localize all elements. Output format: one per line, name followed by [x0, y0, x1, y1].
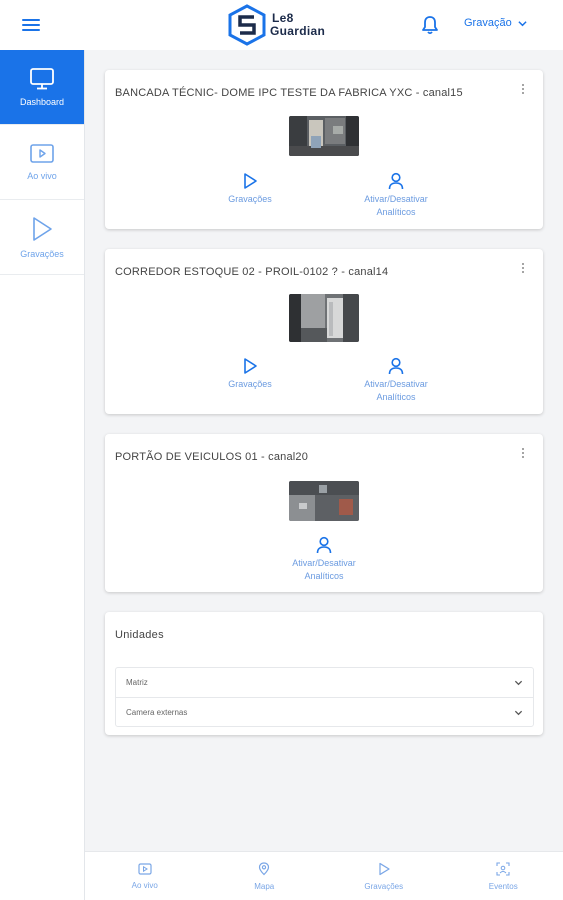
events-icon [496, 861, 510, 876]
more-options-icon[interactable] [521, 263, 525, 275]
bottom-nav-label: Mapa [254, 881, 275, 891]
camera-card: BANCADA TÉCNIC- DOME IPC TESTE DA FABRIC… [105, 70, 543, 229]
app-logo: Le8 Guardian [226, 4, 325, 46]
sidebar-item-ao-vivo[interactable]: Ao vivo [0, 125, 84, 200]
recordings-label: Gravações [228, 379, 272, 389]
analytics-label-line2: Analíticos [376, 392, 416, 402]
camera-title: PORTÃO DE VEICULOS 01 - canal20 [115, 451, 309, 463]
map-pin-icon [259, 861, 270, 875]
chevron-down-icon [518, 20, 527, 26]
analytics-label-line2: Analíticos [304, 571, 344, 581]
camera-card: CORREDOR ESTOQUE 02 - PROIL-0102 ? - can… [105, 249, 543, 414]
sidebar-item-gravacoes[interactable]: Gravações [0, 200, 84, 275]
more-options-icon[interactable] [521, 448, 525, 460]
analytics-toggle-button[interactable]: Ativar/Desativar Analíticos [350, 172, 442, 219]
sidebar-item-dashboard[interactable]: Dashboard [0, 50, 84, 125]
monitor-icon [30, 68, 54, 90]
sidebar: Dashboard Ao vivo Gravações [0, 50, 85, 900]
camera-thumbnail[interactable] [289, 294, 359, 342]
analytics-label-line1: Ativar/Desativar [364, 194, 428, 204]
bottom-nav-label: Eventos [488, 881, 518, 891]
recordings-button[interactable]: Gravações [215, 357, 285, 391]
unit-item-matriz[interactable]: Matriz [116, 668, 533, 697]
camera-snapshot-image [289, 116, 359, 156]
recordings-button[interactable]: Gravações [215, 172, 285, 206]
user-icon [388, 357, 404, 375]
camera-snapshot-image [289, 294, 359, 342]
bottom-nav-gravacoes[interactable]: Gravações [324, 852, 444, 900]
app-root: Le8 Guardian Gravação Dashboard Ao vivo … [0, 0, 563, 900]
camera-title: BANCADA TÉCNIC- DOME IPC TESTE DA FABRIC… [115, 87, 463, 99]
user-menu-label: Gravação [464, 17, 512, 29]
units-accordion: Matriz Camera externas [115, 667, 534, 727]
live-video-icon [30, 144, 54, 163]
notification-bell-icon[interactable] [421, 15, 439, 35]
live-video-icon [138, 862, 152, 875]
play-icon [244, 358, 257, 374]
unit-item-label: Camera externas [126, 707, 188, 717]
bottom-nav-mapa[interactable]: Mapa [205, 852, 325, 900]
user-icon [388, 172, 404, 190]
camera-card: PORTÃO DE VEICULOS 01 - canal20 Ativar/D… [105, 434, 543, 592]
analytics-toggle-button[interactable]: Ativar/Desativar Analíticos [350, 357, 442, 404]
units-title: Unidades [115, 629, 164, 641]
user-menu-dropdown[interactable]: Gravação [464, 17, 527, 29]
analytics-toggle-button[interactable]: Ativar/Desativar Analíticos [278, 536, 370, 583]
bottom-navigation: Ao vivo Mapa Gravações Eventos [85, 851, 563, 900]
camera-thumbnail[interactable] [289, 481, 359, 521]
bottom-nav-eventos[interactable]: Eventos [444, 852, 563, 900]
analytics-label-line2: Analíticos [376, 207, 416, 217]
analytics-label-line1: Ativar/Desativar [292, 558, 356, 568]
camera-thumbnail[interactable] [289, 116, 359, 156]
user-icon [316, 536, 332, 554]
play-icon [379, 862, 390, 875]
unit-item-label: Matriz [126, 678, 148, 687]
unit-item-camera-externas[interactable]: Camera externas [116, 697, 533, 726]
play-icon [33, 217, 52, 241]
camera-snapshot-image [289, 481, 359, 521]
chevron-down-icon [514, 680, 523, 686]
chevron-down-icon [514, 710, 523, 715]
top-header: Le8 Guardian Gravação [0, 0, 563, 50]
logo-wordmark: Le8 Guardian [270, 12, 326, 38]
camera-title: CORREDOR ESTOQUE 02 - PROIL-0102 ? - can… [115, 266, 389, 278]
hamburger-menu-icon[interactable] [22, 16, 40, 34]
sidebar-item-label: Ao vivo [27, 171, 57, 181]
sidebar-item-label: Dashboard [19, 97, 65, 107]
units-card: Unidades Matriz Camera externas [105, 612, 543, 735]
logo-mark-icon [228, 4, 266, 46]
bottom-nav-label: Gravações [364, 881, 404, 891]
play-icon [244, 173, 257, 189]
bottom-nav-label: Ao vivo [131, 880, 158, 890]
sidebar-item-label: Gravações [20, 249, 64, 259]
more-options-icon[interactable] [521, 84, 525, 96]
recordings-label: Gravações [228, 194, 272, 204]
analytics-label-line1: Ativar/Desativar [364, 379, 428, 389]
logo-line2: Guardian [270, 24, 326, 38]
bottom-nav-ao-vivo[interactable]: Ao vivo [85, 852, 205, 900]
